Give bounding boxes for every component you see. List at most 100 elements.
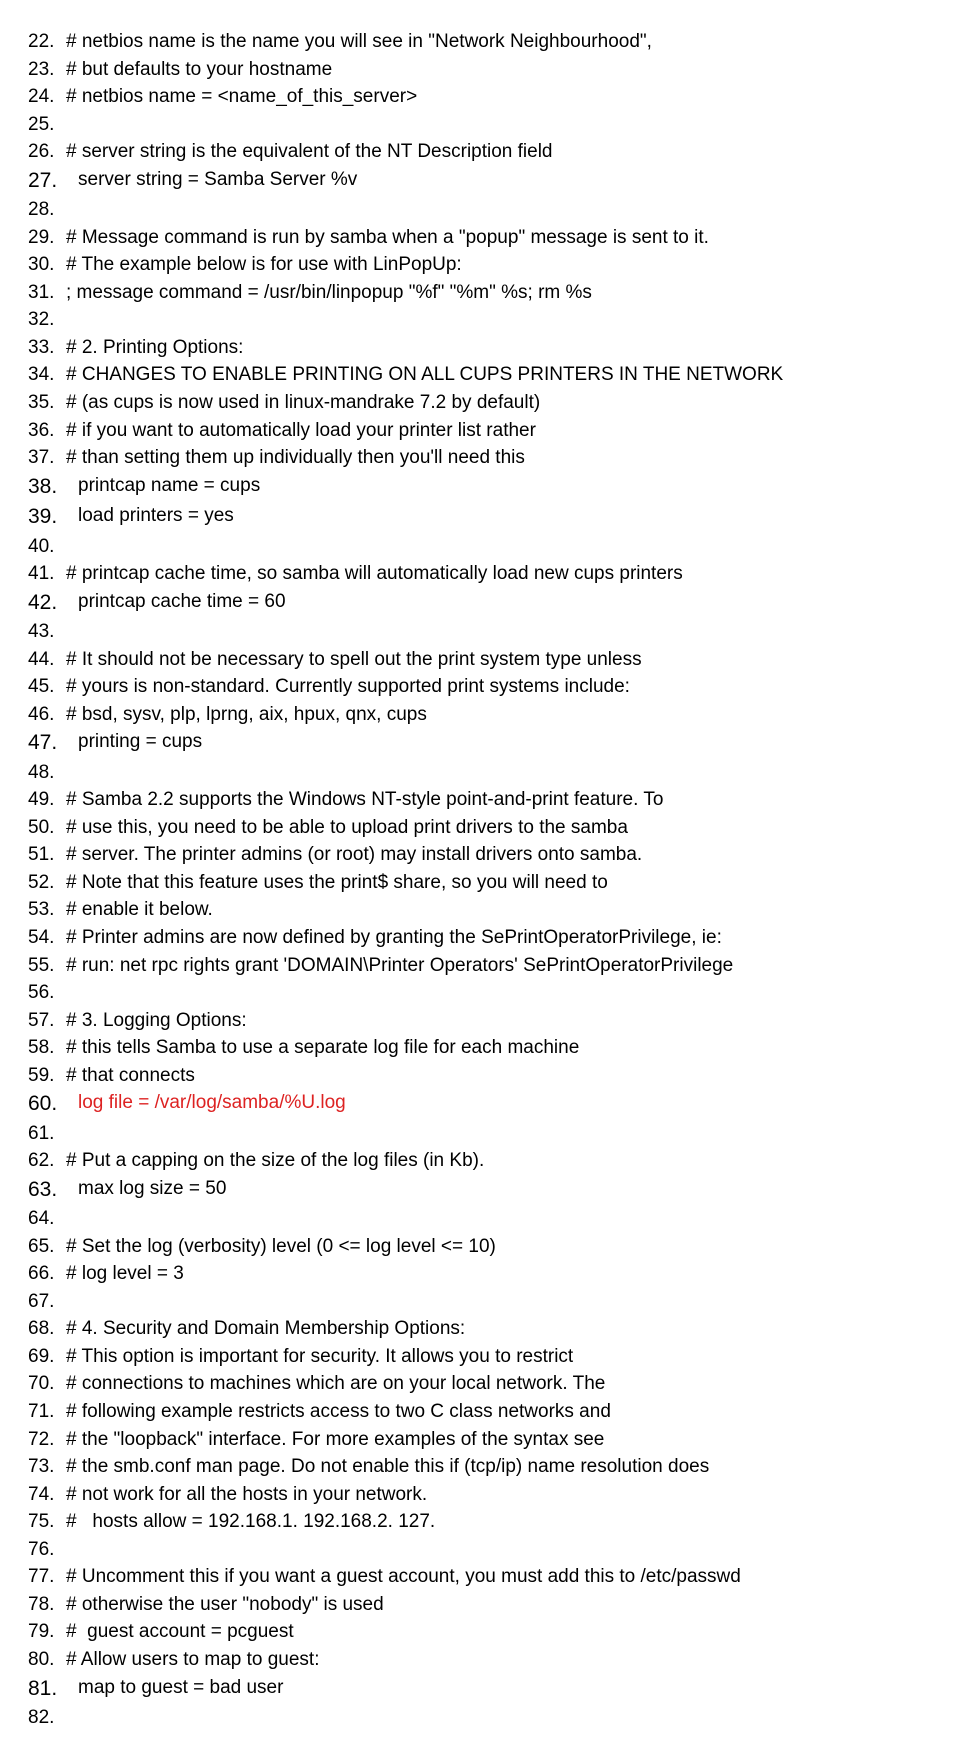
line-number: 79. [28, 1618, 66, 1646]
line-content: ; message command = /usr/bin/linpopup "%… [66, 279, 932, 307]
line-content: # 2. Printing Options: [66, 334, 932, 362]
line-number: 68. [28, 1315, 66, 1343]
line-content: # Uncomment this if you want a guest acc… [66, 1563, 932, 1591]
line-number: 81. [28, 1674, 66, 1704]
code-line: 60.log file = /var/log/samba/%U.log [28, 1089, 932, 1119]
line-content: # netbios name is the name you will see … [66, 28, 932, 56]
line-number: 27. [28, 166, 66, 196]
code-line: 71.# following example restricts access … [28, 1398, 932, 1426]
line-number: 78. [28, 1591, 66, 1619]
line-number: 53. [28, 896, 66, 924]
line-number: 37. [28, 444, 66, 472]
code-line: 22.# netbios name is the name you will s… [28, 28, 932, 56]
line-number: 56. [28, 979, 66, 1007]
line-number: 29. [28, 224, 66, 252]
code-line: 81.map to guest = bad user [28, 1674, 932, 1704]
line-content: # (as cups is now used in linux-mandrake… [66, 389, 932, 417]
line-number: 33. [28, 334, 66, 362]
line-content: load printers = yes [66, 502, 932, 530]
line-number: 48. [28, 759, 66, 787]
code-line: 67. [28, 1288, 932, 1316]
line-number: 72. [28, 1426, 66, 1454]
line-content: # Printer admins are now defined by gran… [66, 924, 932, 952]
code-line: 27.server string = Samba Server %v [28, 166, 932, 196]
code-line: 55.# run: net rpc rights grant 'DOMAIN\P… [28, 952, 932, 980]
line-content: # run: net rpc rights grant 'DOMAIN\Prin… [66, 952, 932, 980]
line-number: 41. [28, 560, 66, 588]
line-number: 30. [28, 251, 66, 279]
code-line: 41.# printcap cache time, so samba will … [28, 560, 932, 588]
line-number: 38. [28, 472, 66, 502]
line-number: 52. [28, 869, 66, 897]
code-line: 65.# Set the log (verbosity) level (0 <=… [28, 1233, 932, 1261]
line-number: 74. [28, 1481, 66, 1509]
code-line: 32. [28, 306, 932, 334]
line-content: log file = /var/log/samba/%U.log [66, 1089, 932, 1117]
code-line: 75.# hosts allow = 192.168.1. 192.168.2.… [28, 1508, 932, 1536]
line-content: # server. The printer admins (or root) m… [66, 841, 932, 869]
line-number: 82. [28, 1704, 66, 1732]
line-number: 70. [28, 1370, 66, 1398]
line-number: 58. [28, 1034, 66, 1062]
line-number: 47. [28, 728, 66, 758]
code-line: 38.printcap name = cups [28, 472, 932, 502]
line-number: 23. [28, 56, 66, 84]
line-number: 54. [28, 924, 66, 952]
line-number: 69. [28, 1343, 66, 1371]
line-number: 31. [28, 279, 66, 307]
code-line: 30.# The example below is for use with L… [28, 251, 932, 279]
code-line: 37.# than setting them up individually t… [28, 444, 932, 472]
line-number: 40. [28, 533, 66, 561]
line-number: 25. [28, 111, 66, 139]
code-line: 66.# log level = 3 [28, 1260, 932, 1288]
code-line: 23.# but defaults to your hostname [28, 56, 932, 84]
line-number: 51. [28, 841, 66, 869]
code-line: 36.# if you want to automatically load y… [28, 417, 932, 445]
code-line: 50.# use this, you need to be able to up… [28, 814, 932, 842]
line-number: 36. [28, 417, 66, 445]
line-content: # printcap cache time, so samba will aut… [66, 560, 932, 588]
line-number: 62. [28, 1147, 66, 1175]
line-number: 66. [28, 1260, 66, 1288]
code-line: 63.max log size = 50 [28, 1175, 932, 1205]
code-line: 44.# It should not be necessary to spell… [28, 646, 932, 674]
code-line: 77.# Uncomment this if you want a guest … [28, 1563, 932, 1591]
line-number: 46. [28, 701, 66, 729]
line-content: # than setting them up individually then… [66, 444, 932, 472]
code-line: 31.; message command = /usr/bin/linpopup… [28, 279, 932, 307]
line-number: 43. [28, 618, 66, 646]
line-content: # server string is the equivalent of the… [66, 138, 932, 166]
line-content: # Set the log (verbosity) level (0 <= lo… [66, 1233, 932, 1261]
line-content: # use this, you need to be able to uploa… [66, 814, 932, 842]
line-number: 45. [28, 673, 66, 701]
code-line: 45.# yours is non-standard. Currently su… [28, 673, 932, 701]
line-number: 73. [28, 1453, 66, 1481]
code-line: 43. [28, 618, 932, 646]
line-number: 75. [28, 1508, 66, 1536]
line-content: # This option is important for security.… [66, 1343, 932, 1371]
line-content: # if you want to automatically load your… [66, 417, 932, 445]
line-number: 60. [28, 1089, 66, 1119]
line-content: # Put a capping on the size of the log f… [66, 1147, 932, 1175]
line-content: # not work for all the hosts in your net… [66, 1481, 932, 1509]
code-line: 72.# the "loopback" interface. For more … [28, 1426, 932, 1454]
code-line: 79.# guest account = pcguest [28, 1618, 932, 1646]
code-line: 76. [28, 1536, 932, 1564]
line-number: 49. [28, 786, 66, 814]
code-line: 48. [28, 759, 932, 787]
code-line: 68.# 4. Security and Domain Membership O… [28, 1315, 932, 1343]
line-number: 22. [28, 28, 66, 56]
line-number: 39. [28, 502, 66, 532]
line-number: 34. [28, 361, 66, 389]
code-line: 33.# 2. Printing Options: [28, 334, 932, 362]
line-number: 55. [28, 952, 66, 980]
code-line: 54.# Printer admins are now defined by g… [28, 924, 932, 952]
line-content: # hosts allow = 192.168.1. 192.168.2. 12… [66, 1508, 932, 1536]
line-content: # following example restricts access to … [66, 1398, 932, 1426]
code-line: 34.# CHANGES TO ENABLE PRINTING ON ALL C… [28, 361, 932, 389]
line-content: # the smb.conf man page. Do not enable t… [66, 1453, 932, 1481]
line-content: # this tells Samba to use a separate log… [66, 1034, 932, 1062]
line-number: 42. [28, 588, 66, 618]
code-line: 42.printcap cache time = 60 [28, 588, 932, 618]
code-line: 28. [28, 196, 932, 224]
